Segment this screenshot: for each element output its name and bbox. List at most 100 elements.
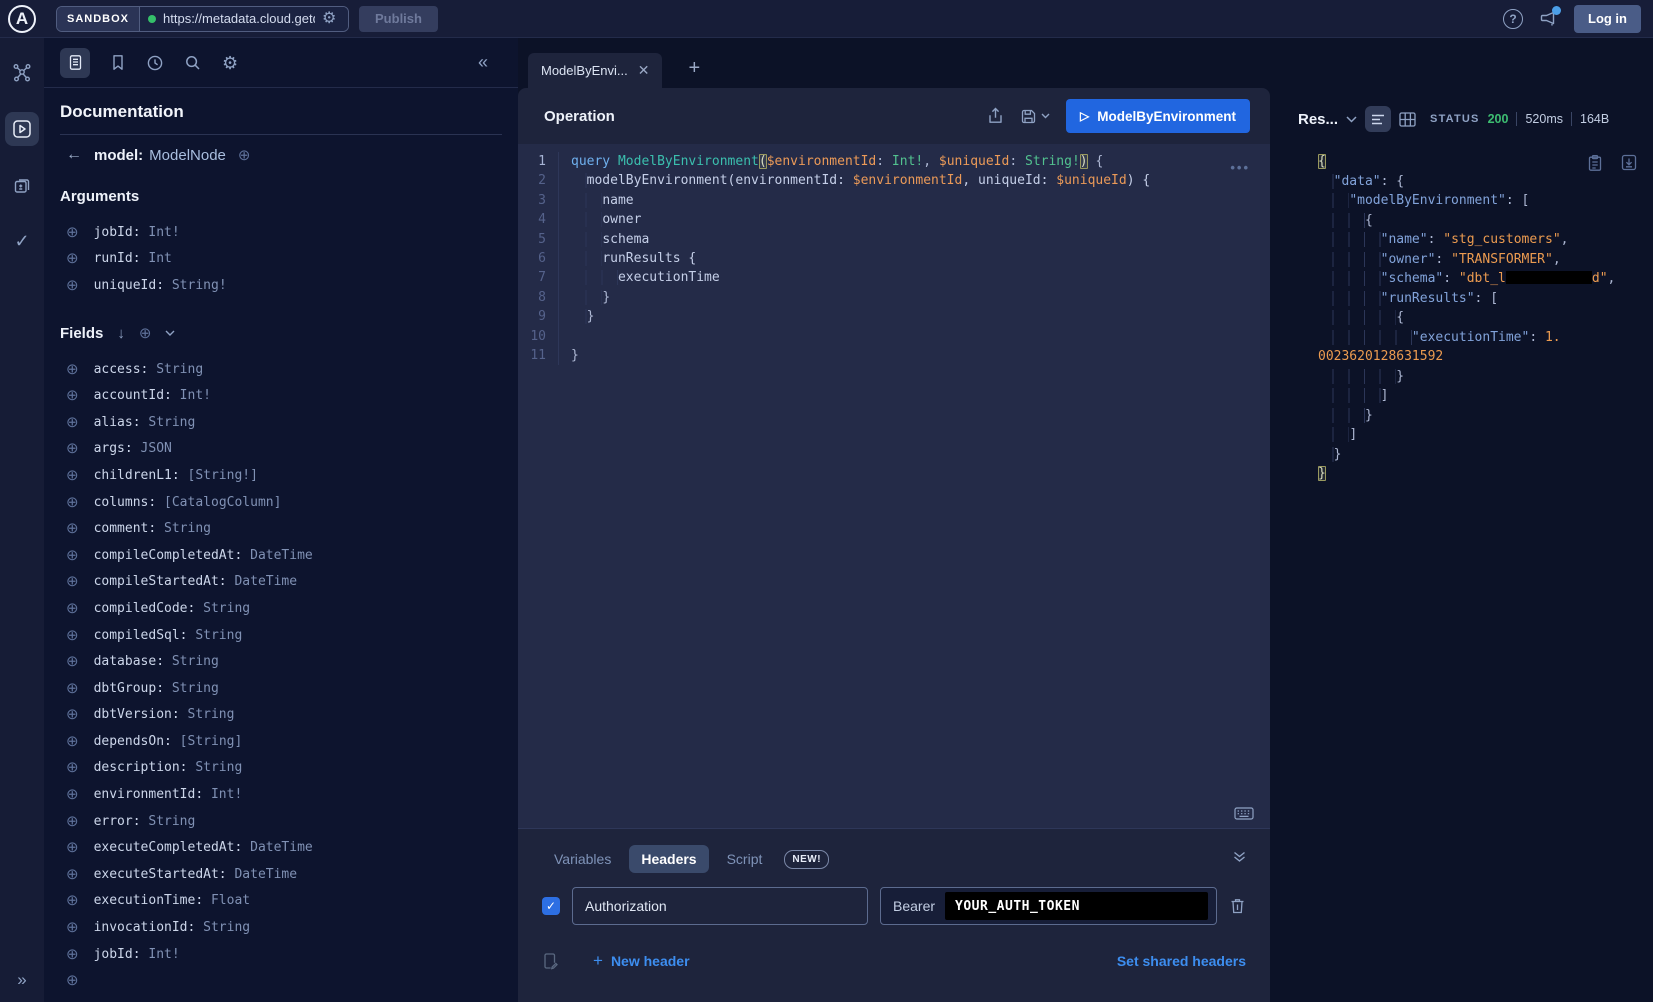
view-raw-toggle[interactable]: [1365, 106, 1391, 132]
new-tab-button[interactable]: +: [688, 58, 700, 78]
save-icon[interactable]: [1020, 108, 1037, 125]
sort-fields-icon[interactable]: ↓: [117, 325, 125, 342]
field-signature[interactable]: jobId: Int!: [94, 947, 180, 962]
endpoint-url[interactable]: https://metadata.cloud.getd: [163, 11, 315, 26]
field-signature[interactable]: jobId: Int!: [94, 225, 180, 240]
add-field-to-query-icon[interactable]: ⊕: [66, 787, 79, 802]
nav-schema-item[interactable]: [5, 168, 39, 202]
field-signature[interactable]: compiledSql: String: [94, 628, 243, 643]
field-signature[interactable]: executeStartedAt: DateTime: [94, 867, 298, 882]
add-field-to-query-icon[interactable]: ⊕: [66, 893, 79, 908]
nav-graph-item[interactable]: [5, 56, 39, 90]
add-field-to-query-icon[interactable]: ⊕: [66, 468, 79, 483]
field-signature[interactable]: access: String: [94, 362, 204, 377]
add-field-to-query-icon[interactable]: ⊕: [66, 574, 79, 589]
editor-more-menu[interactable]: •••: [1230, 160, 1250, 175]
add-field-to-query-icon[interactable]: ⊕: [66, 920, 79, 935]
field-signature[interactable]: columns: [CatalogColumn]: [94, 495, 282, 510]
nav-explorer-item[interactable]: [5, 112, 39, 146]
add-all-fields-icon[interactable]: ⊕: [139, 326, 152, 341]
new-header-button[interactable]: + New header: [593, 951, 690, 971]
add-field-to-query-icon[interactable]: ⊕: [66, 654, 79, 669]
add-field-to-query-icon[interactable]: ⊕: [66, 681, 79, 696]
response-title[interactable]: Res...: [1298, 111, 1338, 128]
add-field-to-query-icon[interactable]: ⊕: [66, 362, 79, 377]
field-signature[interactable]: dbtVersion: String: [94, 707, 235, 722]
field-signature[interactable]: dependsOn: [String]: [94, 734, 243, 749]
add-field-to-query-icon[interactable]: ⊕: [66, 760, 79, 775]
add-field-to-query-icon[interactable]: ⊕: [66, 521, 79, 536]
download-response-icon[interactable]: [1621, 154, 1637, 171]
close-tab-icon[interactable]: ✕: [638, 62, 650, 79]
add-field-to-query-icon[interactable]: ⊕: [66, 225, 79, 240]
collapse-request-panel-icon[interactable]: [1233, 851, 1246, 863]
add-field-to-query-icon[interactable]: ⊕: [66, 947, 79, 962]
docs-settings-gear-icon[interactable]: ⚙: [222, 54, 238, 72]
field-signature[interactable]: invocationId: String: [94, 920, 251, 935]
bookmark-icon[interactable]: [110, 54, 126, 71]
add-field-to-query-icon[interactable]: ⊕: [66, 548, 79, 563]
save-dropdown-chevron-icon[interactable]: [1041, 113, 1050, 119]
chevron-down-icon[interactable]: [165, 330, 175, 336]
field-signature[interactable]: args: JSON: [94, 441, 172, 456]
field-signature[interactable]: compileCompletedAt: DateTime: [94, 548, 313, 563]
operation-tab[interactable]: ModelByEnvi... ✕: [528, 53, 662, 88]
endpoint-settings-gear-icon[interactable]: ⚙: [322, 11, 336, 27]
field-signature[interactable]: compiledCode: String: [94, 601, 251, 616]
field-signature[interactable]: executionTime: Float: [94, 893, 251, 908]
tab-headers[interactable]: Headers: [629, 845, 708, 873]
field-signature[interactable]: comment: String: [94, 521, 211, 536]
nav-checks-item[interactable]: ✓: [5, 224, 39, 258]
field-signature[interactable]: runId: Int: [94, 251, 172, 266]
query-editor[interactable]: 1query ModelByEnvironment($environmentId…: [518, 144, 1270, 828]
add-field-to-query-icon[interactable]: ⊕: [66, 495, 79, 510]
table-view-icon[interactable]: [1399, 112, 1416, 127]
add-field-to-query-icon[interactable]: ⊕: [66, 628, 79, 643]
field-signature[interactable]: alias: String: [94, 415, 196, 430]
add-field-to-query-icon[interactable]: ⊕: [66, 973, 79, 988]
tab-documentation[interactable]: [60, 48, 90, 78]
add-field-to-query-icon[interactable]: ⊕: [66, 415, 79, 430]
auth-token-value[interactable]: YOUR_AUTH_TOKEN: [945, 892, 1208, 920]
response-dropdown-chevron-icon[interactable]: [1346, 116, 1357, 123]
run-operation-button[interactable]: ▷ ModelByEnvironment: [1066, 99, 1250, 133]
field-signature[interactable]: description: String: [94, 760, 243, 775]
add-field-to-query-icon[interactable]: ⊕: [66, 707, 79, 722]
help-icon[interactable]: ?: [1503, 9, 1523, 29]
field-signature[interactable]: dbtGroup: String: [94, 681, 219, 696]
search-icon[interactable]: [184, 54, 202, 72]
field-signature[interactable]: database: String: [94, 654, 219, 669]
add-field-to-query-icon[interactable]: ⊕: [66, 601, 79, 616]
keyboard-shortcuts-icon[interactable]: [1234, 807, 1254, 820]
field-signature[interactable]: compileStartedAt: DateTime: [94, 574, 298, 589]
add-field-to-query-icon[interactable]: ⊕: [66, 441, 79, 456]
add-field-to-query-icon[interactable]: ⊕: [66, 251, 79, 266]
field-signature[interactable]: childrenL1: [String!]: [94, 468, 258, 483]
back-arrow-icon[interactable]: ←: [66, 146, 82, 164]
endpoint-url-box[interactable]: https://metadata.cloud.getd ⚙: [140, 7, 348, 31]
add-field-to-query-icon[interactable]: ⊕: [66, 278, 79, 293]
add-field-to-query-icon[interactable]: ⊕: [66, 814, 79, 829]
add-field-to-query-icon[interactable]: ⊕: [66, 734, 79, 749]
field-signature[interactable]: uniqueId: String!: [94, 278, 227, 293]
add-field-to-query-icon[interactable]: ⊕: [66, 840, 79, 855]
publish-button[interactable]: Publish: [359, 6, 438, 32]
header-value-input[interactable]: Bearer YOUR_AUTH_TOKEN: [880, 887, 1217, 925]
expand-rail-button[interactable]: »: [0, 970, 44, 990]
add-field-to-query-icon[interactable]: ⊕: [66, 867, 79, 882]
apollo-logo-icon[interactable]: A: [8, 5, 36, 33]
tab-variables[interactable]: Variables: [542, 845, 623, 873]
add-field-to-query-icon[interactable]: ⊕: [66, 388, 79, 403]
set-shared-headers-link[interactable]: Set shared headers: [1117, 953, 1246, 969]
model-type-link[interactable]: ModelNode: [149, 147, 226, 164]
delete-header-trash-icon[interactable]: [1229, 897, 1246, 915]
collapse-docs-panel-button[interactable]: «: [478, 52, 488, 73]
login-button[interactable]: Log in: [1574, 5, 1641, 33]
add-model-to-query-icon[interactable]: ⊕: [238, 148, 251, 163]
header-enabled-checkbox[interactable]: ✓: [542, 897, 560, 915]
share-icon[interactable]: [987, 107, 1004, 125]
copy-response-icon[interactable]: [1587, 154, 1603, 172]
field-signature[interactable]: executeCompletedAt: DateTime: [94, 840, 313, 855]
edit-headers-doc-icon[interactable]: [542, 952, 559, 970]
history-icon[interactable]: [146, 54, 164, 72]
